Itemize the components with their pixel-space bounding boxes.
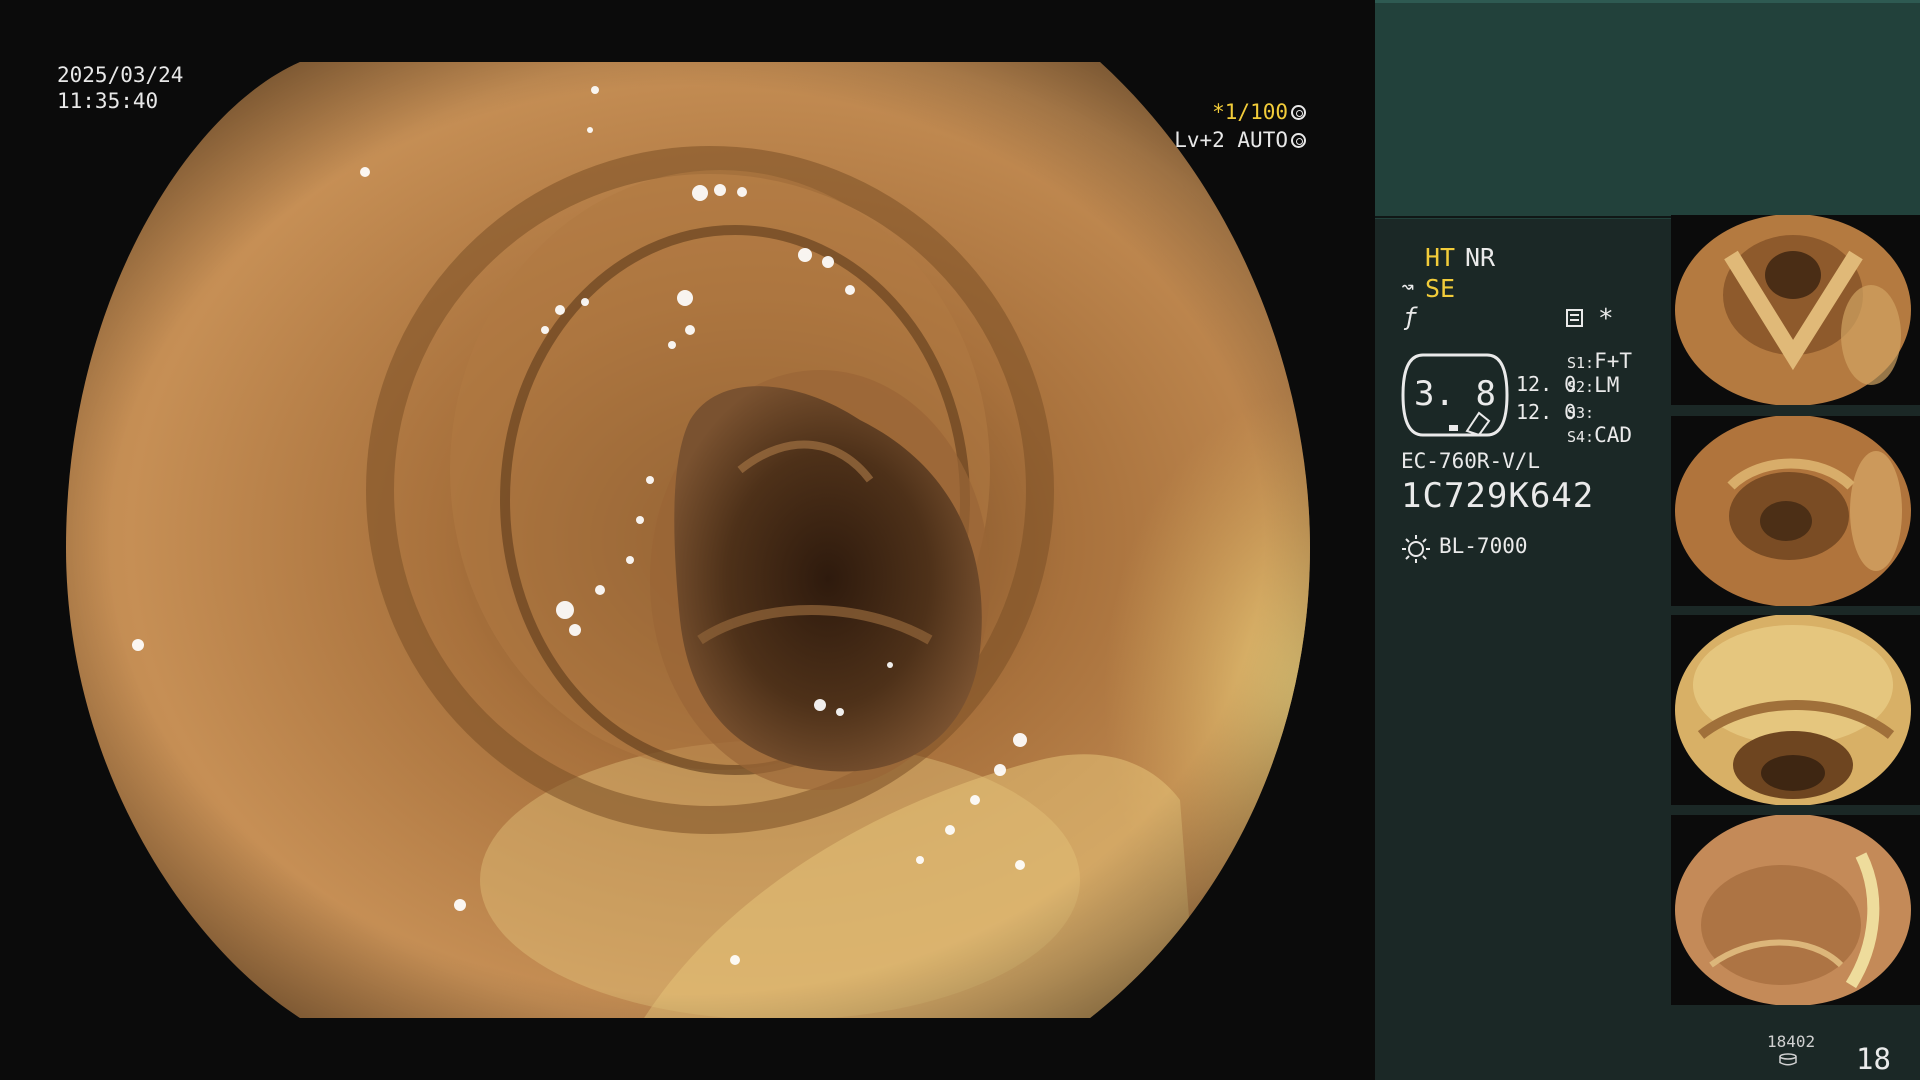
- mode-se-label: SE: [1425, 274, 1456, 303]
- light-source-text: BL-7000: [1439, 534, 1528, 558]
- captured-thumbnail-3[interactable]: [1671, 615, 1920, 805]
- date-text: 2025/03/24: [57, 63, 184, 87]
- captured-thumbnail-4[interactable]: [1671, 815, 1920, 1005]
- shutter-display: *1/100: [1212, 99, 1306, 125]
- mode-nr-label: NR: [1465, 243, 1496, 272]
- slot-key: S2:: [1567, 378, 1595, 396]
- iris-text: Lv+2 AUTO: [1174, 128, 1288, 152]
- f-icon: ƒ: [1403, 303, 1418, 331]
- slot-key: S3:: [1567, 404, 1595, 422]
- slot-value: F+T: [1594, 349, 1633, 373]
- panel-header-area: [1375, 0, 1920, 219]
- aperture-icon: [1291, 105, 1306, 120]
- switch-slot-2: S2:LM: [1567, 373, 1619, 397]
- datetime-display: 2025/03/24 11:35:40: [57, 62, 183, 114]
- slot-key: S1:: [1567, 354, 1595, 372]
- storage-count-text: 18402: [1767, 1032, 1816, 1051]
- slot-key: S4:: [1567, 428, 1595, 446]
- switch-slot-1: S1:F+T: [1567, 349, 1632, 373]
- captured-thumbnail-1[interactable]: [1671, 215, 1920, 405]
- switch-slot-4: S4:CAD: [1567, 423, 1632, 447]
- switch-slot-3: S3:: [1567, 399, 1594, 423]
- mode-ht-label: HT: [1425, 243, 1456, 272]
- time-text: 11:35:40: [57, 89, 159, 113]
- scope-icon: ↝: [1401, 275, 1415, 300]
- thumbnail-image: [1675, 615, 1911, 805]
- slot-value: LM: [1594, 373, 1620, 397]
- auto-exposure-icon: [1291, 133, 1306, 148]
- gauge-value: 3. 8: [1414, 374, 1496, 414]
- endoscope-view: 2025/03/24 11:35:40 *1/100 Lv+2 AUTO: [0, 0, 1374, 1080]
- menu-icon: [1566, 309, 1583, 327]
- thumbnail-image: [1675, 815, 1911, 1005]
- sun-icon: [1402, 535, 1430, 563]
- thumbnail-image: [1675, 416, 1911, 606]
- asterisk-marker: *: [1598, 304, 1614, 334]
- endoscopy-screen: 2025/03/24 11:35:40 *1/100 Lv+2 AUTO HT …: [0, 0, 1920, 1080]
- scope-serial-text: 1C729K642: [1401, 476, 1595, 516]
- slot-value: CAD: [1594, 423, 1633, 447]
- image-count-number: 18: [1856, 1042, 1891, 1076]
- scope-model-text: EC-760R-V/L: [1401, 449, 1541, 473]
- endoscope-live-image: [66, 62, 1310, 1018]
- thumbnail-image: [1675, 215, 1911, 405]
- shutter-speed-text: *1/100: [1212, 100, 1288, 124]
- storage-icon: [1779, 1053, 1797, 1066]
- captured-thumbnail-2[interactable]: [1671, 416, 1920, 606]
- iris-display: Lv+2 AUTO: [1174, 127, 1306, 153]
